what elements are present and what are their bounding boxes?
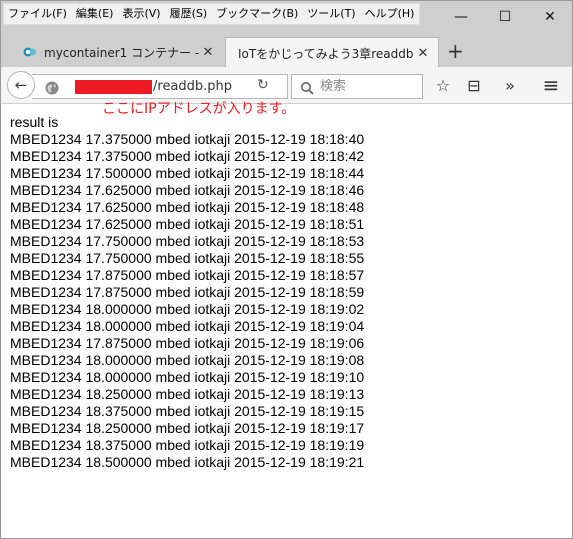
url-bar[interactable]: /readdb.php <box>32 74 288 99</box>
result-row: MBED1234 18.375000 mbed iotkaji 2015-12-… <box>10 403 365 419</box>
menu-edit[interactable]: 編集(E) <box>72 4 119 24</box>
tab-close-icon[interactable]: ✕ <box>199 45 217 60</box>
menu-bookmarks[interactable]: ブックマーク(B) <box>212 4 303 24</box>
tab-mycontainer[interactable]: mycontainer1 コンテナー - IB... ✕ <box>15 37 223 67</box>
title-bar: ファイル(F) 編集(E) 表示(V) 履歴(S) ブックマーク(B) ツール(… <box>1 1 572 33</box>
result-row: MBED1234 17.750000 mbed iotkaji 2015-12-… <box>10 233 365 249</box>
menu-tools[interactable]: ツール(T) <box>303 4 360 24</box>
result-row: MBED1234 17.625000 mbed iotkaji 2015-12-… <box>10 216 365 232</box>
result-row: MBED1234 17.875000 mbed iotkaji 2015-12-… <box>10 335 365 351</box>
result-row: MBED1234 18.000000 mbed iotkaji 2015-12-… <box>10 369 365 385</box>
result-row: MBED1234 18.000000 mbed iotkaji 2015-12-… <box>10 301 365 317</box>
result-row: MBED1234 17.375000 mbed iotkaji 2015-12-… <box>10 148 365 164</box>
reader-list-icon[interactable]: ⊟ <box>464 75 484 95</box>
overflow-chevron-icon[interactable]: » <box>500 75 520 95</box>
container-favicon-icon <box>23 45 37 59</box>
result-row: MBED1234 18.500000 mbed iotkaji 2015-12-… <box>10 454 365 470</box>
page-content: result is MBED1234 17.375000 mbed iotkaj… <box>10 114 364 471</box>
tab-title: IoTをかじってみよう3章readdb <box>238 46 414 61</box>
minimize-button[interactable]: — <box>439 1 483 33</box>
menu-help[interactable]: ヘルプ(H) <box>361 4 420 24</box>
hamburger-menu-icon[interactable]: ≡ <box>541 73 561 97</box>
result-row: MBED1234 18.375000 mbed iotkaji 2015-12-… <box>10 437 365 453</box>
new-tab-button[interactable]: + <box>447 39 464 63</box>
menu-bar: ファイル(F) 編集(E) 表示(V) 履歴(S) ブックマーク(B) ツール(… <box>3 3 421 25</box>
menu-file[interactable]: ファイル(F) <box>4 4 72 24</box>
tab-close-icon[interactable]: ✕ <box>414 46 432 61</box>
search-icon <box>300 80 314 95</box>
close-window-button[interactable]: ✕ <box>528 1 572 33</box>
result-row: MBED1234 18.000000 mbed iotkaji 2015-12-… <box>10 352 365 368</box>
back-button[interactable]: ← <box>7 71 35 99</box>
tab-title: mycontainer1 コンテナー - IB... <box>44 45 199 60</box>
result-row: MBED1234 18.250000 mbed iotkaji 2015-12-… <box>10 386 365 402</box>
result-row: MBED1234 17.375000 mbed iotkaji 2015-12-… <box>10 131 365 147</box>
result-row: MBED1234 17.625000 mbed iotkaji 2015-12-… <box>10 182 365 198</box>
tab-strip: mycontainer1 コンテナー - IB... ✕ IoTをかじってみよう… <box>1 33 572 68</box>
result-row: MBED1234 18.000000 mbed iotkaji 2015-12-… <box>10 318 365 334</box>
menu-view[interactable]: 表示(V) <box>118 4 165 24</box>
tab-readdb[interactable]: IoTをかじってみよう3章readdb ✕ <box>225 37 439 68</box>
result-row: MBED1234 17.875000 mbed iotkaji 2015-12-… <box>10 284 365 300</box>
redacted-ip-address <box>75 79 152 94</box>
bookmark-star-icon[interactable]: ☆ <box>433 75 453 95</box>
globe-icon <box>45 80 59 94</box>
result-row: MBED1234 17.875000 mbed iotkaji 2015-12-… <box>10 267 365 283</box>
result-row: MBED1234 18.250000 mbed iotkaji 2015-12-… <box>10 420 365 436</box>
back-arrow-icon: ← <box>14 76 28 94</box>
search-input[interactable] <box>320 79 415 94</box>
result-row: MBED1234 17.625000 mbed iotkaji 2015-12-… <box>10 199 365 215</box>
browser-window: ファイル(F) 編集(E) 表示(V) 履歴(S) ブックマーク(B) ツール(… <box>0 0 573 539</box>
url-text[interactable]: /readdb.php <box>153 79 232 94</box>
result-row: MBED1234 17.500000 mbed iotkaji 2015-12-… <box>10 165 365 181</box>
maximize-button[interactable]: ☐ <box>483 1 527 33</box>
reload-icon[interactable]: ↻ <box>257 77 269 93</box>
result-header: result is <box>10 114 59 130</box>
search-box[interactable] <box>291 74 423 99</box>
menu-history[interactable]: 履歴(S) <box>166 4 213 24</box>
result-row: MBED1234 17.750000 mbed iotkaji 2015-12-… <box>10 250 365 266</box>
